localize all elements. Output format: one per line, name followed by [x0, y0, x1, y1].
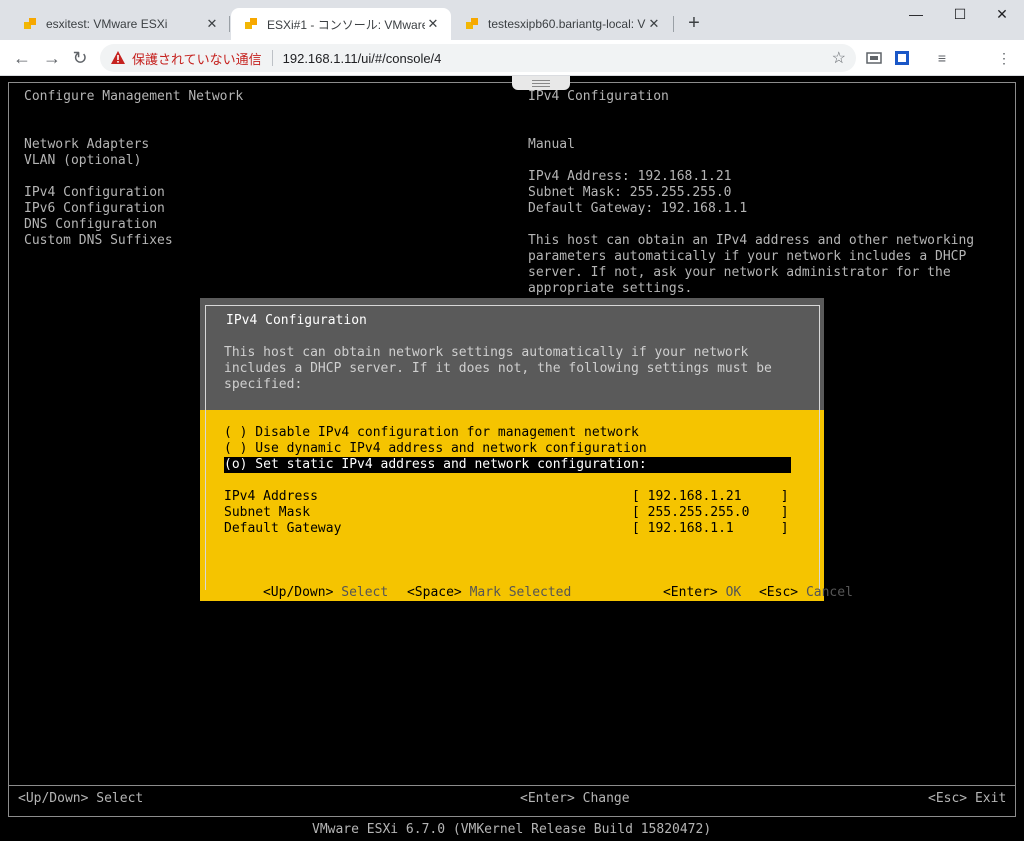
menu-item-vlan[interactable]: VLAN (optional) [24, 153, 141, 169]
right-ipv4-address: IPv4 Address: 192.168.1.21 [528, 169, 732, 184]
dialog-description-line: includes a DHCP server. If it does not, … [224, 361, 772, 376]
menu-item-dns-suffixes[interactable]: Custom DNS Suffixes [24, 233, 173, 249]
right-description-line: server. If not, ask your network adminis… [528, 265, 951, 280]
dialog-title: IPv4 Configuration [226, 313, 367, 328]
console-toolbar-handle[interactable] [512, 76, 570, 90]
security-status[interactable]: 保護されていない通信 [132, 49, 262, 68]
right-mode: Manual [528, 137, 575, 152]
option-dynamic-ipv4[interactable]: ( ) Use dynamic IPv4 address and network… [224, 441, 647, 457]
tab-separator [673, 16, 674, 32]
back-button[interactable]: ← [10, 46, 34, 70]
enter-key: <Enter> [662, 585, 718, 600]
right-description-line: appropriate settings. [528, 281, 693, 296]
url-text[interactable]: 192.168.1.11/ui/#/console/4 [283, 51, 442, 66]
tab-separator [229, 16, 230, 32]
option-static-ipv4[interactable]: (o) Set static IPv4 address and network … [224, 457, 647, 473]
close-window-button[interactable]: ✕ [987, 4, 1017, 24]
tab-esxitest[interactable]: esxitest: VMware ESXi ✕ [10, 8, 230, 40]
dialog-description-line: This host can obtain network settings au… [224, 345, 749, 360]
menu-item-dns[interactable]: DNS Configuration [24, 217, 157, 233]
footer-exit-hint: <Esc> Exit [928, 791, 1007, 806]
browser-tab-bar: esxitest: VMware ESXi ✕ ESXi#1 - コンソール: … [0, 0, 1024, 40]
tab-close-icon[interactable]: ✕ [646, 16, 662, 32]
menu-item-ipv6[interactable]: IPv6 Configuration [24, 201, 165, 217]
tab-close-icon[interactable]: ✕ [204, 16, 220, 32]
menu-item-network-adapters[interactable]: Network Adapters [24, 137, 149, 153]
bookmark-star-icon[interactable]: ☆ [832, 48, 846, 68]
dialog-footer-mark: <Space> Mark Selected [360, 569, 571, 617]
console-divider [8, 785, 1016, 786]
browser-toolbar: ← → ↻ 保護されていない通信 192.168.1.11/ui/#/conso… [0, 40, 1024, 76]
esxi-console[interactable]: Configure Management Network IPv4 Config… [0, 76, 1024, 841]
dialog-cancel-button[interactable]: <Esc> Cancel [712, 569, 853, 617]
tab-testesxi[interactable]: testesxipb60.bariantg-local: VM ✕ [452, 8, 672, 40]
space-key: <Space> [406, 585, 462, 600]
option-disable-ipv4[interactable]: ( ) Disable IPv4 configuration for manag… [224, 425, 639, 441]
right-subnet-mask: Subnet Mask: 255.255.255.0 [528, 185, 732, 200]
field-default-gateway-label: Default Gateway [224, 521, 342, 536]
menu-kebab-icon[interactable]: ⋮ [994, 48, 1014, 68]
forward-button[interactable]: → [40, 46, 64, 70]
space-label: Mark Selected [469, 585, 572, 600]
left-pane-title: Configure Management Network [24, 89, 244, 104]
field-subnet-mask-input[interactable]: [ 255.255.255.0 ] [632, 505, 789, 521]
extension-icon[interactable] [864, 48, 884, 68]
updown-key: <Up/Down> [262, 585, 334, 600]
right-description-line: parameters automatically if your network… [528, 249, 967, 264]
right-description-line: This host can obtain an IPv4 address and… [528, 233, 975, 248]
esxi-version: VMware ESXi 6.7.0 (VMKernel Release Buil… [312, 822, 712, 837]
field-default-gateway-input[interactable]: [ 192.168.1.1 ] [632, 521, 789, 537]
right-default-gateway: Default Gateway: 192.168.1.1 [528, 201, 748, 216]
field-ipv4-address-label: IPv4 Address [224, 489, 318, 504]
tab-close-icon[interactable]: ✕ [425, 16, 441, 32]
field-subnet-mask-label: Subnet Mask [224, 505, 311, 520]
tab-title: esxitest: VMware ESXi [46, 17, 168, 31]
tab-title: testesxipb60.bariantg-local: VM [488, 17, 646, 31]
address-bar[interactable]: 保護されていない通信 192.168.1.11/ui/#/console/4 ☆ [100, 44, 856, 72]
new-tab-button[interactable]: + [683, 12, 705, 34]
field-ipv4-address-input[interactable]: [ 192.168.1.21 ] [632, 489, 789, 505]
tab-title: ESXi#1 - コンソール: VMware ESXi [267, 17, 425, 32]
menu-item-ipv4[interactable]: IPv4 Configuration [24, 185, 165, 201]
vmware-favicon-icon [22, 16, 38, 32]
vmware-favicon-icon [464, 16, 480, 32]
warning-icon[interactable] [110, 50, 126, 66]
footer-select-hint: <Up/Down> Select [18, 791, 144, 806]
footer-change-hint: <Enter> Change [520, 791, 630, 806]
dialog-description-line: specified: [224, 377, 303, 392]
right-pane-title: IPv4 Configuration [528, 89, 669, 104]
maximize-button[interactable]: ☐ [945, 4, 975, 24]
reading-list-icon[interactable]: ≡ [932, 48, 952, 68]
esc-label: Cancel [805, 585, 853, 600]
tab-esxi1-console[interactable]: ESXi#1 - コンソール: VMware ESXi ✕ [231, 8, 451, 40]
esc-key: <Esc> [758, 585, 799, 600]
minimize-button[interactable]: — [901, 4, 931, 24]
vmware-favicon-icon [243, 16, 259, 32]
omnibox-divider [271, 50, 273, 66]
reload-button[interactable]: ↻ [68, 46, 92, 70]
ipv4-config-dialog: IPv4 Configuration This host can obtain … [200, 298, 853, 601]
extension-icon[interactable] [892, 48, 912, 68]
